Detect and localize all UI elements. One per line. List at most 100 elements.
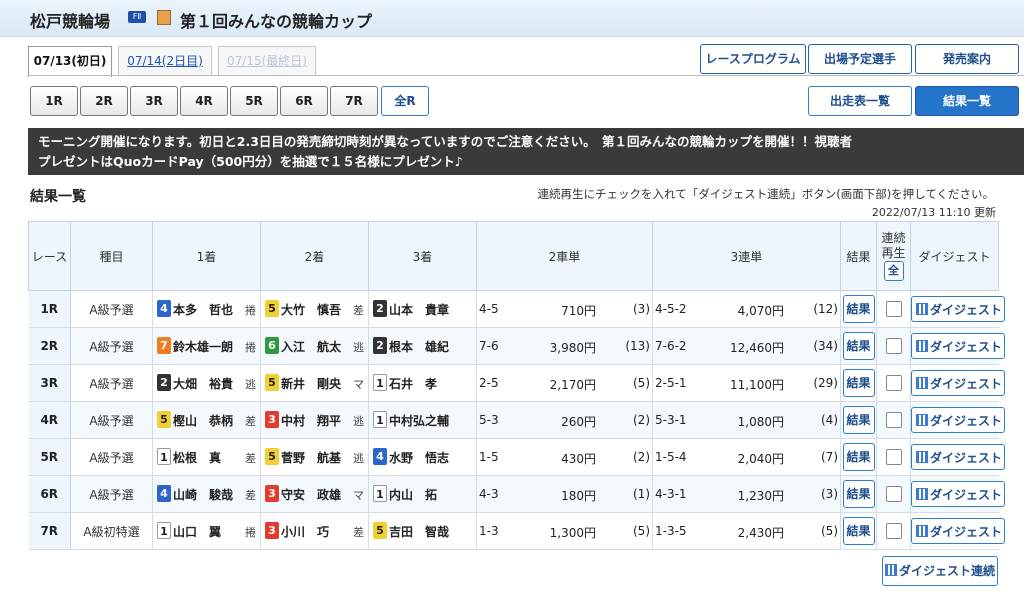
table-row: 3R A級予選 2 大畑 裕貴 逃 5 新井 剛央 マ 1 石井 孝 2-5 2… (28, 364, 1005, 402)
table-row: 2R A級予選 7 鈴木雄一朗 捲 6 入江 航太 逃 2 根本 雄紀 7-6 … (28, 327, 1005, 365)
rider-name[interactable]: 松根 真 (173, 449, 221, 466)
tab-day-1[interactable]: 07/13(初日) (28, 46, 112, 77)
result-button[interactable]: 結果 (842, 443, 875, 471)
table-header-row: レース 種目 1着 2着 3着 2車単 3連単 結果 連続 再生 全 ダイジェス… (28, 221, 999, 291)
rider-name[interactable]: 守安 政雄 (281, 486, 341, 503)
digest-button[interactable]: ダイジェスト (911, 518, 1005, 544)
rider-name[interactable]: 入江 航太 (281, 338, 341, 355)
continuous-checkbox[interactable] (885, 375, 902, 391)
race-number: 1R (28, 290, 71, 328)
table-row: 4R A級予選 5 樫山 恭柄 差 3 中村 翔平 逃 1 中村弘之輔 5-3 … (28, 401, 1005, 439)
digest-button[interactable]: ダイジェスト (911, 407, 1005, 433)
result-button[interactable]: 結果 (842, 517, 875, 545)
race-style: 差 (353, 526, 364, 539)
digest-button[interactable]: ダイジェスト (911, 481, 1005, 507)
rider-name[interactable]: 内山 拓 (389, 486, 437, 503)
race-style: 捲 (245, 341, 256, 354)
notice-line-1: モーニング開催になります。初日と2.3日目の発売締切時刻が異なっていますのでご注… (38, 134, 853, 149)
entry-list-button[interactable]: 出走表一覧 (808, 86, 912, 116)
continuous-cell (876, 438, 911, 476)
p2-rider-cell: 3 小川 巧 差 (260, 512, 369, 550)
digest-label: ダイジェスト (930, 414, 1003, 428)
continuous-checkbox[interactable] (885, 449, 902, 465)
race-style: 差 (353, 304, 364, 317)
rider-name[interactable]: 新井 剛央 (281, 375, 341, 392)
site-header: 松戸競輪場 FⅡ 第１回みんなの競輪カップ (0, 0, 1024, 37)
race-button-3r[interactable]: 3R (130, 86, 178, 116)
table-row: 7R A級初特選 1 山口 翼 捲 3 小川 巧 差 5 吉田 智哉 1-3 1… (28, 512, 1005, 550)
trifecta-cell: 1-5-4 2,040円 (7) (652, 438, 841, 476)
result-button[interactable]: 結果 (842, 295, 875, 323)
rider-name[interactable]: 菅野 航基 (281, 449, 341, 466)
digest-cell: ダイジェスト (910, 512, 1005, 550)
digest-button[interactable]: ダイジェスト (911, 444, 1005, 470)
continuous-checkbox[interactable] (885, 486, 902, 502)
digest-cell: ダイジェスト (910, 438, 1005, 476)
continuous-checkbox[interactable] (885, 301, 902, 317)
sales-info-button[interactable]: 発売案内 (915, 44, 1019, 74)
digest-button[interactable]: ダイジェスト (911, 333, 1005, 359)
rider-name[interactable]: 水野 悟志 (389, 449, 449, 466)
trifecta-popularity: (3) (821, 487, 838, 501)
rider-name[interactable]: 吉田 智哉 (389, 523, 449, 540)
digest-continuous-button[interactable]: ダイジェスト連続 (882, 556, 998, 586)
tab-day-2[interactable]: 07/14(2日目) (118, 46, 212, 75)
trifecta-payout: 2,430円 (737, 526, 784, 540)
rider-name[interactable]: 中村弘之輔 (389, 412, 449, 429)
continuous-cell (876, 364, 911, 402)
race-button-5r[interactable]: 5R (230, 86, 278, 116)
race-grade: A級予選 (70, 327, 153, 365)
result-button[interactable]: 結果 (842, 480, 875, 508)
exacta-combo: 5-3 (479, 413, 499, 427)
p1-rider-cell: 1 山口 翼 捲 (152, 512, 261, 550)
result-button[interactable]: 結果 (842, 406, 875, 434)
race-button-4r[interactable]: 4R (180, 86, 228, 116)
bike-number-badge: 1 (157, 522, 171, 539)
rider-name[interactable]: 大竹 慎吾 (281, 301, 341, 318)
digest-label: ダイジェスト (930, 303, 1003, 317)
rider-name[interactable]: 中村 翔平 (281, 412, 341, 429)
digest-button[interactable]: ダイジェスト (911, 296, 1005, 322)
rider-name[interactable]: 山本 貴章 (389, 301, 449, 318)
continuous-checkbox[interactable] (885, 412, 902, 428)
entries-button[interactable]: 出場予定選手 (808, 44, 912, 74)
trifecta-popularity: (29) (813, 376, 838, 390)
continuous-checkbox[interactable] (885, 523, 902, 539)
result-button[interactable]: 結果 (842, 332, 875, 360)
rider-name[interactable]: 根本 雄紀 (389, 338, 449, 355)
select-all-button[interactable]: 全 (883, 261, 904, 281)
race-button-7r[interactable]: 7R (330, 86, 378, 116)
race-button-all[interactable]: 全R (381, 86, 429, 116)
header-trifecta: 3連単 (652, 221, 841, 291)
film-icon (916, 488, 928, 500)
trifecta-combo: 1-5-4 (655, 450, 687, 464)
rider-name[interactable]: 鈴木雄一朗 (173, 338, 233, 355)
rider-name[interactable]: 山口 翼 (173, 523, 221, 540)
digest-button[interactable]: ダイジェスト (911, 370, 1005, 396)
race-style: 逃 (245, 378, 256, 391)
race-program-button[interactable]: レースプログラム (700, 44, 806, 74)
bike-number-badge: 3 (265, 485, 279, 502)
p2-rider-cell: 5 菅野 航基 逃 (260, 438, 369, 476)
rider-name[interactable]: 小川 巧 (281, 523, 329, 540)
results-list-button[interactable]: 結果一覧 (915, 86, 1019, 116)
p3-rider-cell: 2 山本 貴章 (368, 290, 477, 328)
rider-name[interactable]: 山崎 駿哉 (173, 486, 233, 503)
rider-name[interactable]: 樫山 恭柄 (173, 412, 233, 429)
rider-name[interactable]: 本多 哲也 (173, 301, 233, 318)
continuous-checkbox[interactable] (885, 338, 902, 354)
trifecta-cell: 4-3-1 1,230円 (3) (652, 475, 841, 513)
rider-name[interactable]: 大畑 裕貴 (173, 375, 233, 392)
race-button-1r[interactable]: 1R (30, 86, 78, 116)
race-button-2r[interactable]: 2R (80, 86, 128, 116)
continuous-cell (876, 327, 911, 365)
result-cell: 結果 (840, 438, 877, 476)
digest-cell: ダイジェスト (910, 327, 1005, 365)
bike-number-badge: 5 (157, 411, 171, 428)
race-button-6r[interactable]: 6R (280, 86, 328, 116)
rider-name[interactable]: 石井 孝 (389, 375, 437, 392)
exacta-popularity: (2) (633, 413, 650, 427)
bike-number-badge: 1 (373, 485, 387, 502)
race-style: 差 (245, 489, 256, 502)
result-button[interactable]: 結果 (842, 369, 875, 397)
